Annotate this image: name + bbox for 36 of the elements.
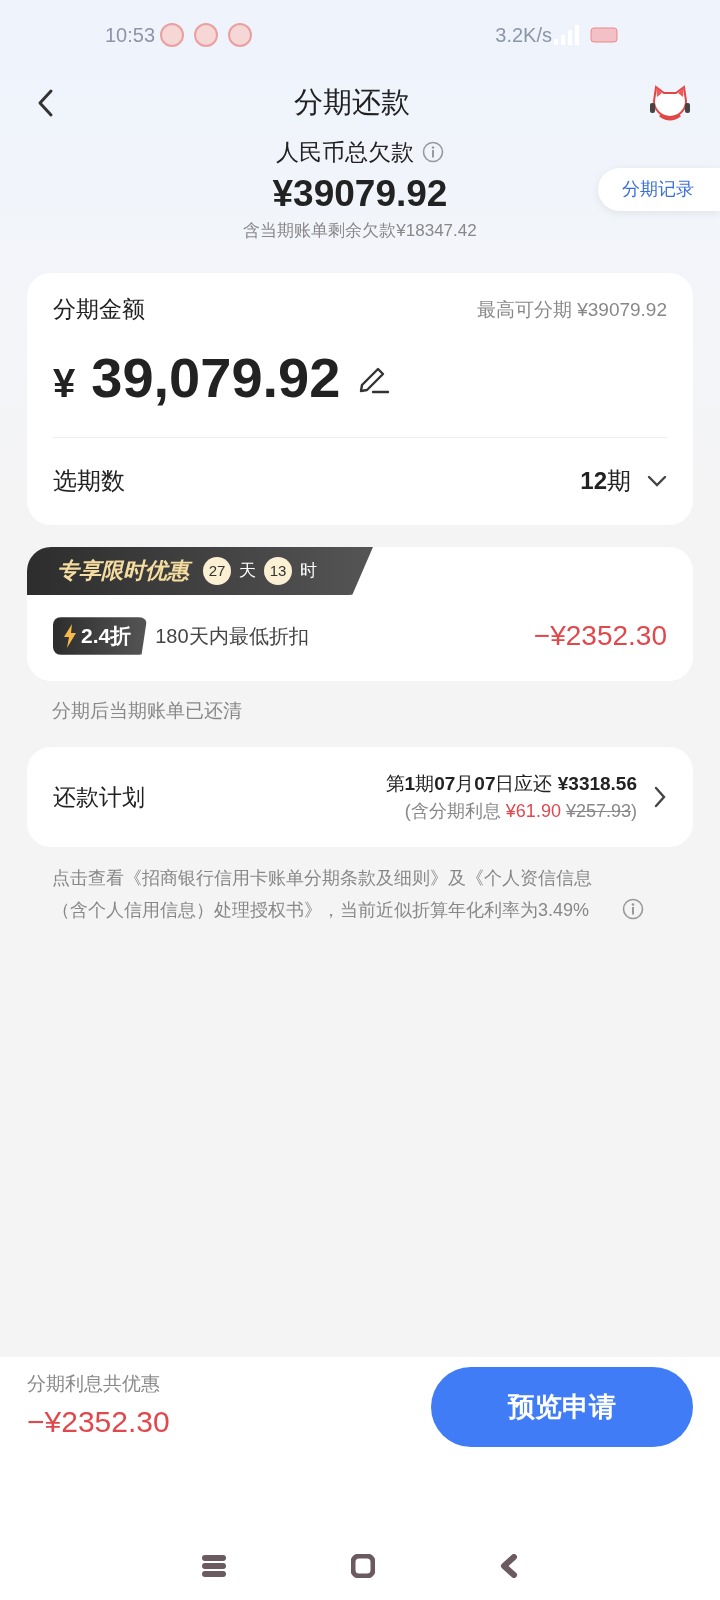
battery-icon [590, 27, 620, 43]
records-button[interactable]: 分期记录 [598, 168, 720, 211]
total-debt-amount: ¥39079.92 [272, 171, 448, 216]
preview-apply-button[interactable]: 预览申请 [431, 1367, 693, 1447]
lightning-icon [63, 623, 77, 648]
discount-rate: 2.4折 [81, 623, 132, 650]
total-debt-label: 人民币总欠款 [276, 138, 414, 167]
chevron-down-icon [647, 474, 667, 489]
paid-off-note: 分期后当期账单已还清 [51, 698, 243, 723]
max-amount-label: 最高可分期 ¥39079.92 [476, 297, 667, 322]
discount-total: −¥2352.30 [27, 1403, 170, 1440]
menu-icon[interactable] [201, 1554, 227, 1578]
back-icon[interactable] [499, 1554, 519, 1578]
currency-symbol: ¥ [53, 359, 76, 407]
discount-description: 180天内最低折扣 [155, 623, 309, 649]
interest-text: (含分期利息 ¥61.90 ¥257.93) [403, 800, 637, 824]
plan-label: 还款计划 [53, 783, 145, 812]
discount-total-label: 分期利息共优惠 [27, 1372, 161, 1397]
countdown-unit: 天 [239, 560, 256, 583]
page-title: 分期还款 [294, 84, 410, 120]
home-icon[interactable] [351, 1554, 375, 1578]
statement-balance-note: 含当期账单剩余欠款¥18347.42 [242, 219, 478, 242]
chevron-right-icon [653, 786, 667, 809]
amount-value: 39,079.92 [91, 344, 341, 411]
amount-label: 分期金额 [53, 296, 145, 325]
status-time: 10:53 [105, 23, 156, 48]
info-icon[interactable] [422, 141, 444, 164]
info-icon[interactable] [622, 898, 644, 921]
terms-text: 点击查看《招商银行信用卡账单分期条款及细则》及《个人资信信息（含个人信用信息）处理授权书》，当前近似折算年化利率为3.49% [52, 867, 593, 922]
countdown-value: 13 [264, 556, 292, 585]
period-selector[interactable]: 12期 [580, 463, 667, 500]
discount-saving: −¥2352.30 [533, 618, 667, 653]
network-speed: 3.2K/s [495, 23, 552, 48]
period-label: 选期数 [53, 466, 125, 497]
countdown-unit: 时 [300, 560, 317, 583]
countdown-value: 27 [203, 556, 231, 585]
